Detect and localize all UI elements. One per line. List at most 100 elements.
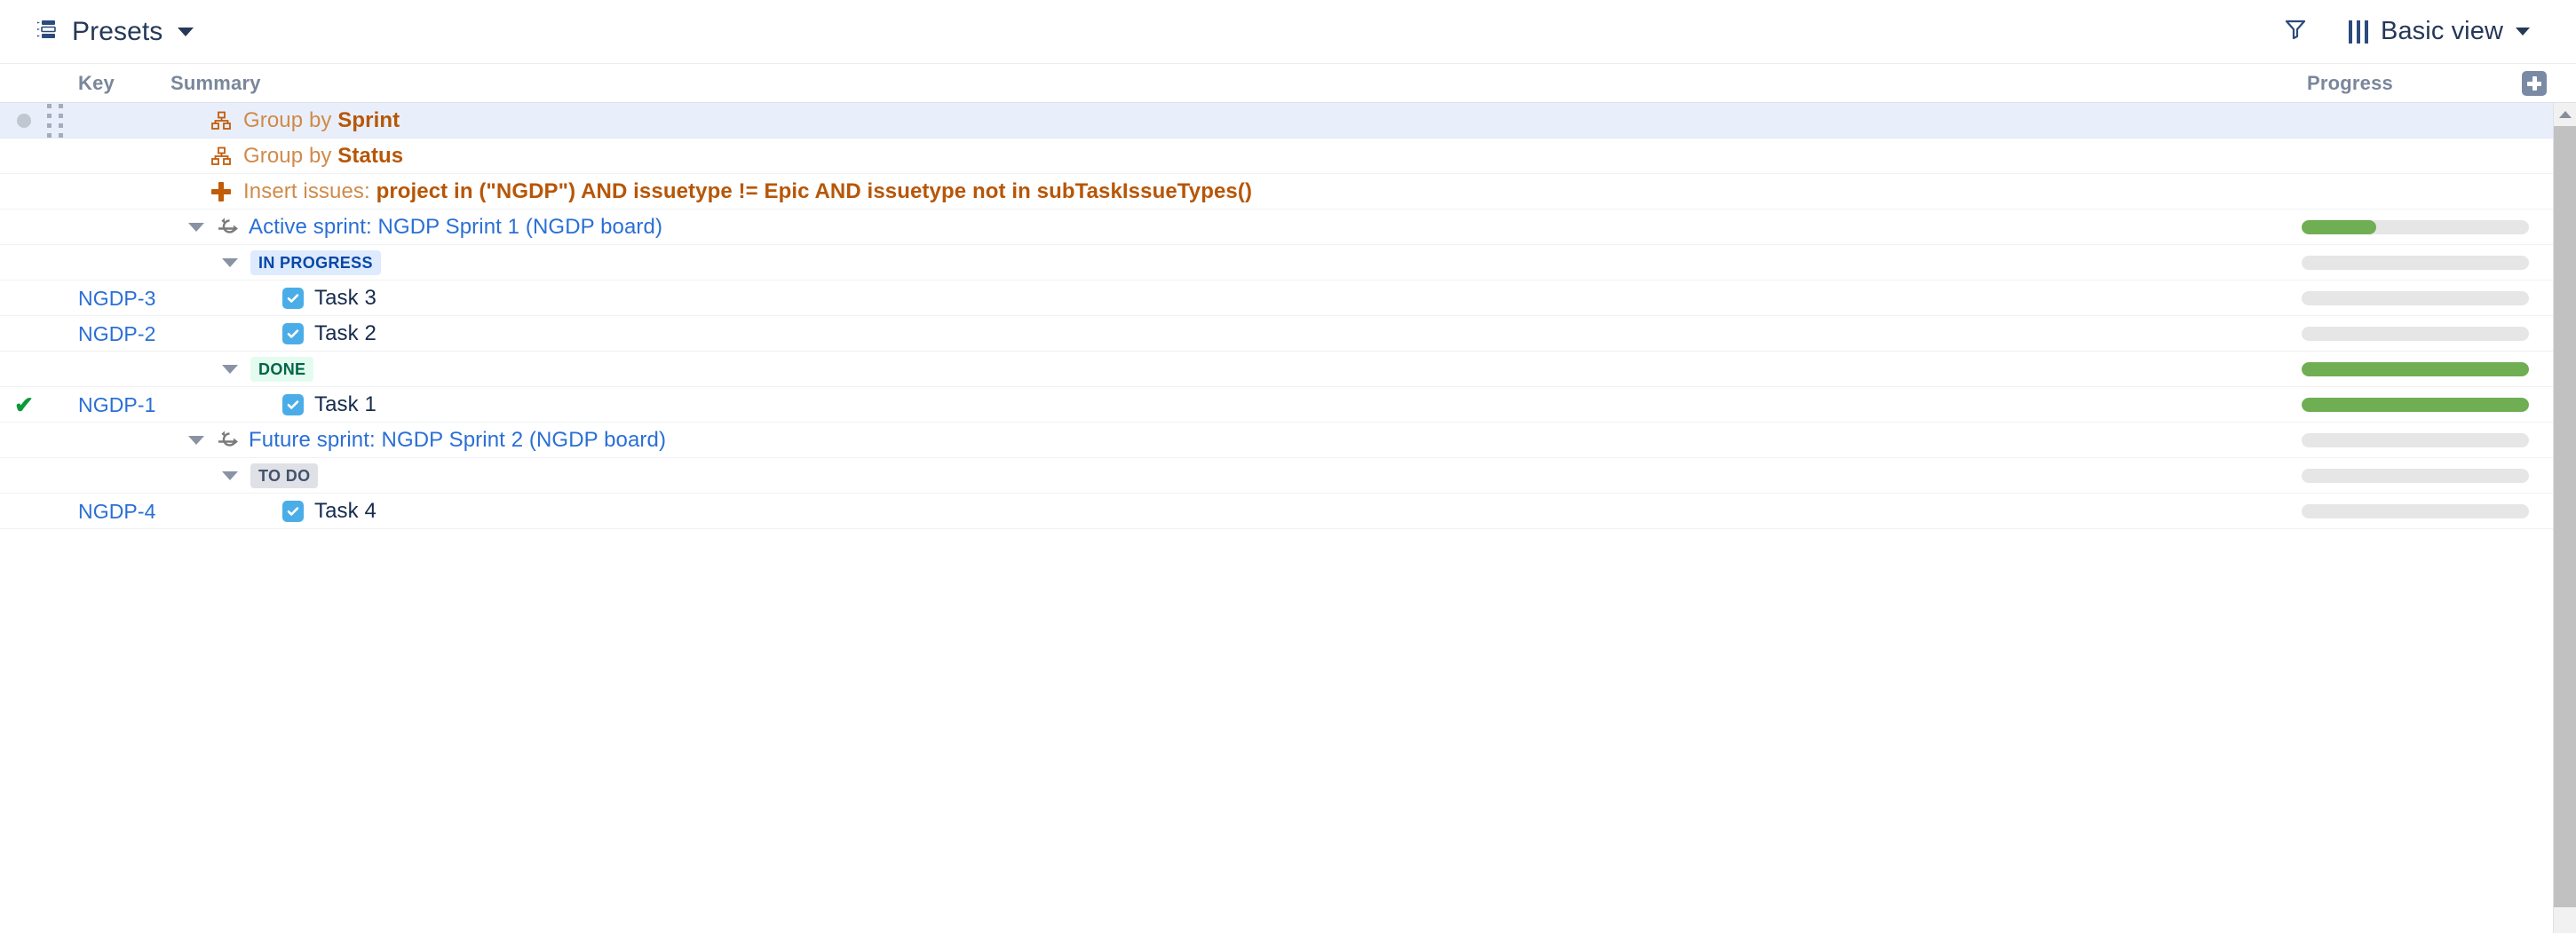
expand-collapse-twisty[interactable] xyxy=(188,223,204,232)
add-column-button[interactable] xyxy=(2522,71,2547,96)
presets-button[interactable]: Presets xyxy=(30,13,199,51)
cell-progress xyxy=(2302,316,2547,352)
cell-key xyxy=(78,210,176,245)
filter-icon xyxy=(2282,16,2309,47)
scroll-up-button[interactable] xyxy=(2554,103,2576,126)
column-header-row: Key Summary Progress xyxy=(0,64,2576,103)
status-badge: IN PROGRESS xyxy=(250,250,381,275)
cell-summary: Group by Sprint xyxy=(170,103,2233,138)
row-status-marker xyxy=(9,494,39,529)
cell-key xyxy=(78,138,176,174)
cell-key xyxy=(78,174,176,210)
scroll-up-arrow-icon xyxy=(2559,111,2572,118)
row-status-marker xyxy=(9,316,39,352)
row-status-marker xyxy=(9,210,39,245)
row-status-marker xyxy=(9,138,39,174)
generator-text: Group by Sprint xyxy=(243,108,400,133)
cell-progress xyxy=(2302,245,2547,281)
row-status-marker xyxy=(9,174,39,210)
expand-collapse-twisty[interactable] xyxy=(222,365,238,374)
table-row[interactable]: Active sprint: NGDP Sprint 1 (NGDP board… xyxy=(0,210,2553,245)
table-row[interactable]: NGDP-3 Task 3 xyxy=(0,281,2553,316)
column-header-progress[interactable]: Progress xyxy=(2307,64,2393,103)
cell-progress xyxy=(2302,387,2547,423)
expand-collapse-twisty[interactable] xyxy=(222,258,238,267)
cell-progress xyxy=(2302,210,2547,245)
issue-summary-text[interactable]: Task 1 xyxy=(314,392,376,417)
column-header-summary[interactable]: Summary xyxy=(170,64,261,103)
cell-summary: Active sprint: NGDP Sprint 1 (NGDP board… xyxy=(170,210,2233,245)
cell-key xyxy=(78,458,176,494)
toolbar: Presets Basic view xyxy=(0,0,2576,64)
table-row[interactable]: Group by Status xyxy=(0,138,2553,174)
task-type-icon xyxy=(282,288,304,309)
expand-collapse-twisty[interactable] xyxy=(188,436,204,445)
cell-key: NGDP-2 xyxy=(78,316,176,352)
row-status-marker xyxy=(9,103,39,138)
task-type-icon xyxy=(282,323,304,344)
table-row[interactable]: Group by Sprint xyxy=(0,103,2553,138)
plus-icon xyxy=(211,182,231,202)
issue-key-link[interactable]: NGDP-1 xyxy=(78,393,156,417)
filter-button[interactable] xyxy=(2274,11,2317,53)
table-row[interactable]: NGDP-2 Task 2 xyxy=(0,316,2553,352)
expand-collapse-twisty[interactable] xyxy=(222,471,238,480)
row-status-marker xyxy=(9,458,39,494)
cell-summary: Task 3 xyxy=(170,281,2233,316)
progress-bar xyxy=(2302,504,2529,518)
issue-summary-text[interactable]: Task 2 xyxy=(314,321,376,346)
cell-progress xyxy=(2302,423,2547,458)
issue-summary-text[interactable]: Task 4 xyxy=(314,499,376,524)
table-row[interactable]: Future sprint: NGDP Sprint 2 (NGDP board… xyxy=(0,423,2553,458)
cell-progress xyxy=(2302,174,2547,210)
sprint-icon xyxy=(217,430,240,451)
issue-summary-text[interactable]: Task 3 xyxy=(314,286,376,311)
sprint-icon xyxy=(217,217,240,238)
vertical-scrollbar[interactable] xyxy=(2553,103,2576,933)
progress-bar xyxy=(2302,433,2529,447)
drag-handle-icon xyxy=(47,104,63,138)
cell-summary: Group by Status xyxy=(170,138,2233,174)
issue-key-link[interactable]: NGDP-4 xyxy=(78,500,156,524)
table-row[interactable]: ✔ NGDP-1 Task 1 xyxy=(0,387,2553,423)
issue-key-link[interactable]: NGDP-3 xyxy=(78,287,156,311)
cell-summary: Task 4 xyxy=(170,494,2233,529)
grid-rows: Group by Sprint Group by Status Insert iss… xyxy=(0,103,2553,933)
table-row[interactable]: TO DO xyxy=(0,458,2553,494)
cell-summary: IN PROGRESS xyxy=(170,245,2233,281)
table-row[interactable]: DONE xyxy=(0,352,2553,387)
row-status-marker xyxy=(9,352,39,387)
task-type-icon xyxy=(282,394,304,415)
view-selector-button[interactable]: Basic view xyxy=(2342,12,2537,51)
view-label: Basic view xyxy=(2381,17,2503,46)
column-header-key[interactable]: Key xyxy=(78,64,115,103)
progress-bar xyxy=(2302,327,2529,341)
scrollbar-thumb[interactable] xyxy=(2554,126,2576,907)
issue-key-link[interactable]: NGDP-2 xyxy=(78,322,156,346)
generator-label[interactable]: Group by Sprint xyxy=(211,108,400,133)
sprint-link[interactable]: Future sprint: NGDP Sprint 2 (NGDP board… xyxy=(249,428,666,453)
cell-progress xyxy=(2302,281,2547,316)
progress-bar xyxy=(2302,398,2529,412)
cell-progress xyxy=(2302,103,2547,138)
resolved-check-icon: ✔ xyxy=(14,393,34,416)
cell-key xyxy=(78,352,176,387)
chevron-down-icon[interactable] xyxy=(178,28,194,36)
chevron-down-icon[interactable] xyxy=(2516,28,2530,36)
cell-key xyxy=(78,245,176,281)
table-row[interactable]: Insert issues: project in ("NGDP") AND i… xyxy=(0,174,2553,210)
row-status-marker xyxy=(9,281,39,316)
generator-text: Group by Status xyxy=(243,144,403,169)
row-marker-dot-icon xyxy=(17,114,31,128)
row-drag-handle[interactable] xyxy=(44,103,66,138)
generator-label[interactable]: Insert issues: project in ("NGDP") AND i… xyxy=(211,179,1252,204)
columns-icon xyxy=(2349,20,2368,43)
presets-label: Presets xyxy=(72,17,162,47)
sprint-link[interactable]: Active sprint: NGDP Sprint 1 (NGDP board… xyxy=(249,215,662,240)
table-row[interactable]: NGDP-4 Task 4 xyxy=(0,494,2553,529)
cell-key xyxy=(78,103,176,138)
row-status-marker xyxy=(9,245,39,281)
cell-progress xyxy=(2302,458,2547,494)
generator-label[interactable]: Group by Status xyxy=(211,144,403,169)
table-row[interactable]: IN PROGRESS xyxy=(0,245,2553,281)
